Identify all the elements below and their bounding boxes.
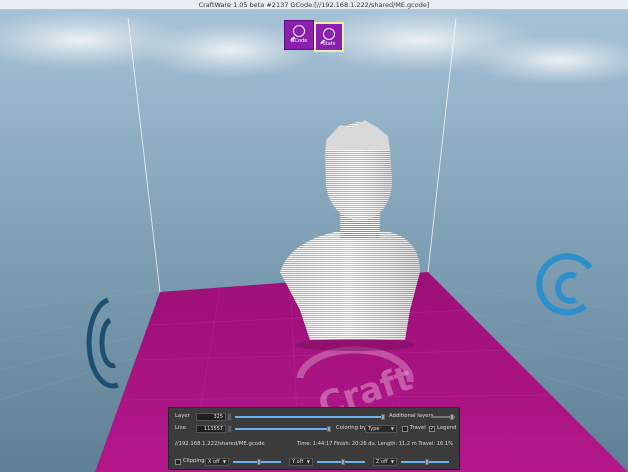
clipping-label: Clipping	[183, 458, 205, 464]
layer-slider-track[interactable]	[235, 416, 385, 418]
line-label: Line	[175, 425, 187, 431]
clip-x-value: X off	[208, 458, 220, 465]
info-row: //192.168.1.222/shared/ME.gcode Time: 1:…	[169, 439, 459, 450]
clip-z-value: Z off	[376, 458, 388, 465]
magnifier-icon	[323, 28, 335, 40]
chevron-down-icon: ▼	[390, 425, 394, 431]
clip-x-handle[interactable]	[257, 458, 261, 465]
clip-y-handle[interactable]	[341, 458, 345, 465]
gcode-view-button[interactable]: GCode	[284, 20, 314, 50]
clip-y-select[interactable]: Y off ▼	[289, 457, 313, 466]
layer-slider-handle[interactable]	[381, 413, 385, 420]
clip-y-value: Y off	[292, 458, 304, 465]
stats-view-button[interactable]: Stats	[314, 22, 344, 52]
print-stats-text: Time: 1:44:17 Finish: 20:26 du. Length: …	[297, 441, 453, 447]
gcode-control-panel: Layer 325 Additional layers Line 113557 …	[168, 407, 460, 470]
legend-label: Legend	[437, 425, 457, 431]
scene-graphics: Craft	[0, 10, 628, 472]
chevron-down-icon: ▼	[222, 458, 226, 464]
additional-layers-handle[interactable]	[450, 413, 454, 420]
clipping-row: Clipping X off ▼ Y off ▼ Z off ▼	[169, 456, 459, 467]
line-slider-track[interactable]	[235, 428, 329, 430]
clip-x-select[interactable]: X off ▼	[205, 457, 229, 466]
viewport-3d[interactable]: Craft GCode Stats	[0, 10, 628, 472]
legend-checkbox[interactable]: ✓	[429, 425, 435, 432]
travel-label: Travel	[410, 425, 426, 431]
coloring-by-label: Coloring by	[336, 425, 367, 431]
clipping-checkbox[interactable]	[175, 458, 181, 465]
line-value-input[interactable]: 113557	[196, 424, 226, 433]
travel-checkbox[interactable]	[402, 425, 408, 432]
layer-spinner[interactable]	[227, 412, 232, 421]
additional-layers-label: Additional layers	[389, 413, 434, 419]
file-path-text: //192.168.1.222/shared/ME.gcode	[175, 441, 265, 447]
gcode-button-label: GCode	[290, 38, 308, 44]
layer-row: Layer 325 Additional layers	[169, 411, 459, 422]
coloring-by-select[interactable]: Type ▼	[365, 424, 397, 433]
line-slider-handle[interactable]	[327, 425, 331, 432]
chevron-down-icon: ▼	[306, 458, 310, 464]
clip-z-handle[interactable]	[425, 458, 429, 465]
line-spinner[interactable]	[227, 424, 232, 433]
coloring-by-value: Type	[368, 425, 380, 432]
layer-label: Layer	[175, 413, 190, 419]
magnifier-icon	[293, 25, 305, 37]
line-row: Line 113557 Coloring by Type ▼ Travel ✓ …	[169, 423, 459, 434]
chevron-down-icon: ▼	[390, 458, 394, 464]
clip-z-select[interactable]: Z off ▼	[373, 457, 397, 466]
window-title: CraftWare 1.05 beta #2137 GCode:[//192.1…	[0, 0, 628, 10]
layer-value-input[interactable]: 325	[196, 412, 226, 421]
